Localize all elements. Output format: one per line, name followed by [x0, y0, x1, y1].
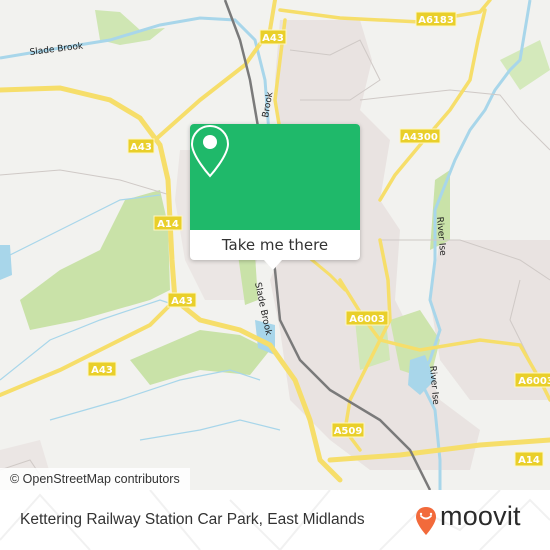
map-view[interactable]: A43 A6183 A43 A4300 A14 A43 A43 A6003 A6… [0, 0, 550, 490]
svg-text:A43: A43 [262, 33, 284, 44]
map-attribution[interactable]: © OpenStreetMap contributors [0, 468, 190, 490]
road-shield: A43 [167, 292, 197, 308]
svg-text:A6003: A6003 [349, 314, 385, 325]
water-label: Slade Brook [29, 41, 84, 58]
svg-text:A43: A43 [91, 365, 113, 376]
road-shield: A509 [331, 422, 365, 438]
road-shield: A43 [127, 138, 155, 154]
svg-text:A4300: A4300 [402, 132, 438, 143]
road-shield: A14 [153, 215, 183, 231]
road-shield: A6183 [415, 11, 457, 27]
road-shield: A14 [514, 451, 544, 467]
road-shield: A4300 [399, 128, 441, 144]
take-me-there-button[interactable]: Take me there [190, 230, 360, 260]
road-shield: A43 [87, 361, 117, 377]
popup-header[interactable] [190, 124, 360, 230]
svg-text:A509: A509 [334, 426, 363, 437]
popup-pointer [264, 260, 282, 270]
svg-text:A6183: A6183 [418, 15, 454, 26]
moovit-smile-pin-icon [416, 507, 436, 535]
map-widget: A43 A6183 A43 A4300 A14 A43 A43 A6003 A6… [0, 0, 550, 550]
road-shield: A6003 [345, 310, 389, 326]
road-shield: A43 [259, 29, 287, 45]
water-label: Slade Brook [252, 282, 273, 337]
moovit-wordmark: moovit [440, 501, 521, 531]
road-shield: A6003 [514, 372, 550, 388]
svg-text:A43: A43 [130, 142, 152, 153]
svg-text:A14: A14 [518, 455, 540, 466]
water-label: Brook [261, 91, 275, 119]
svg-text:A14: A14 [157, 219, 179, 230]
location-title: Kettering Railway Station Car Park, East… [20, 511, 365, 528]
lake [0, 245, 12, 280]
footer-bar: Kettering Railway Station Car Park, East… [0, 490, 550, 550]
take-me-there-popup[interactable]: Take me there [190, 124, 360, 270]
svg-text:A43: A43 [171, 296, 193, 307]
location-pin-icon [190, 124, 230, 178]
svg-text:A6003: A6003 [518, 376, 550, 387]
